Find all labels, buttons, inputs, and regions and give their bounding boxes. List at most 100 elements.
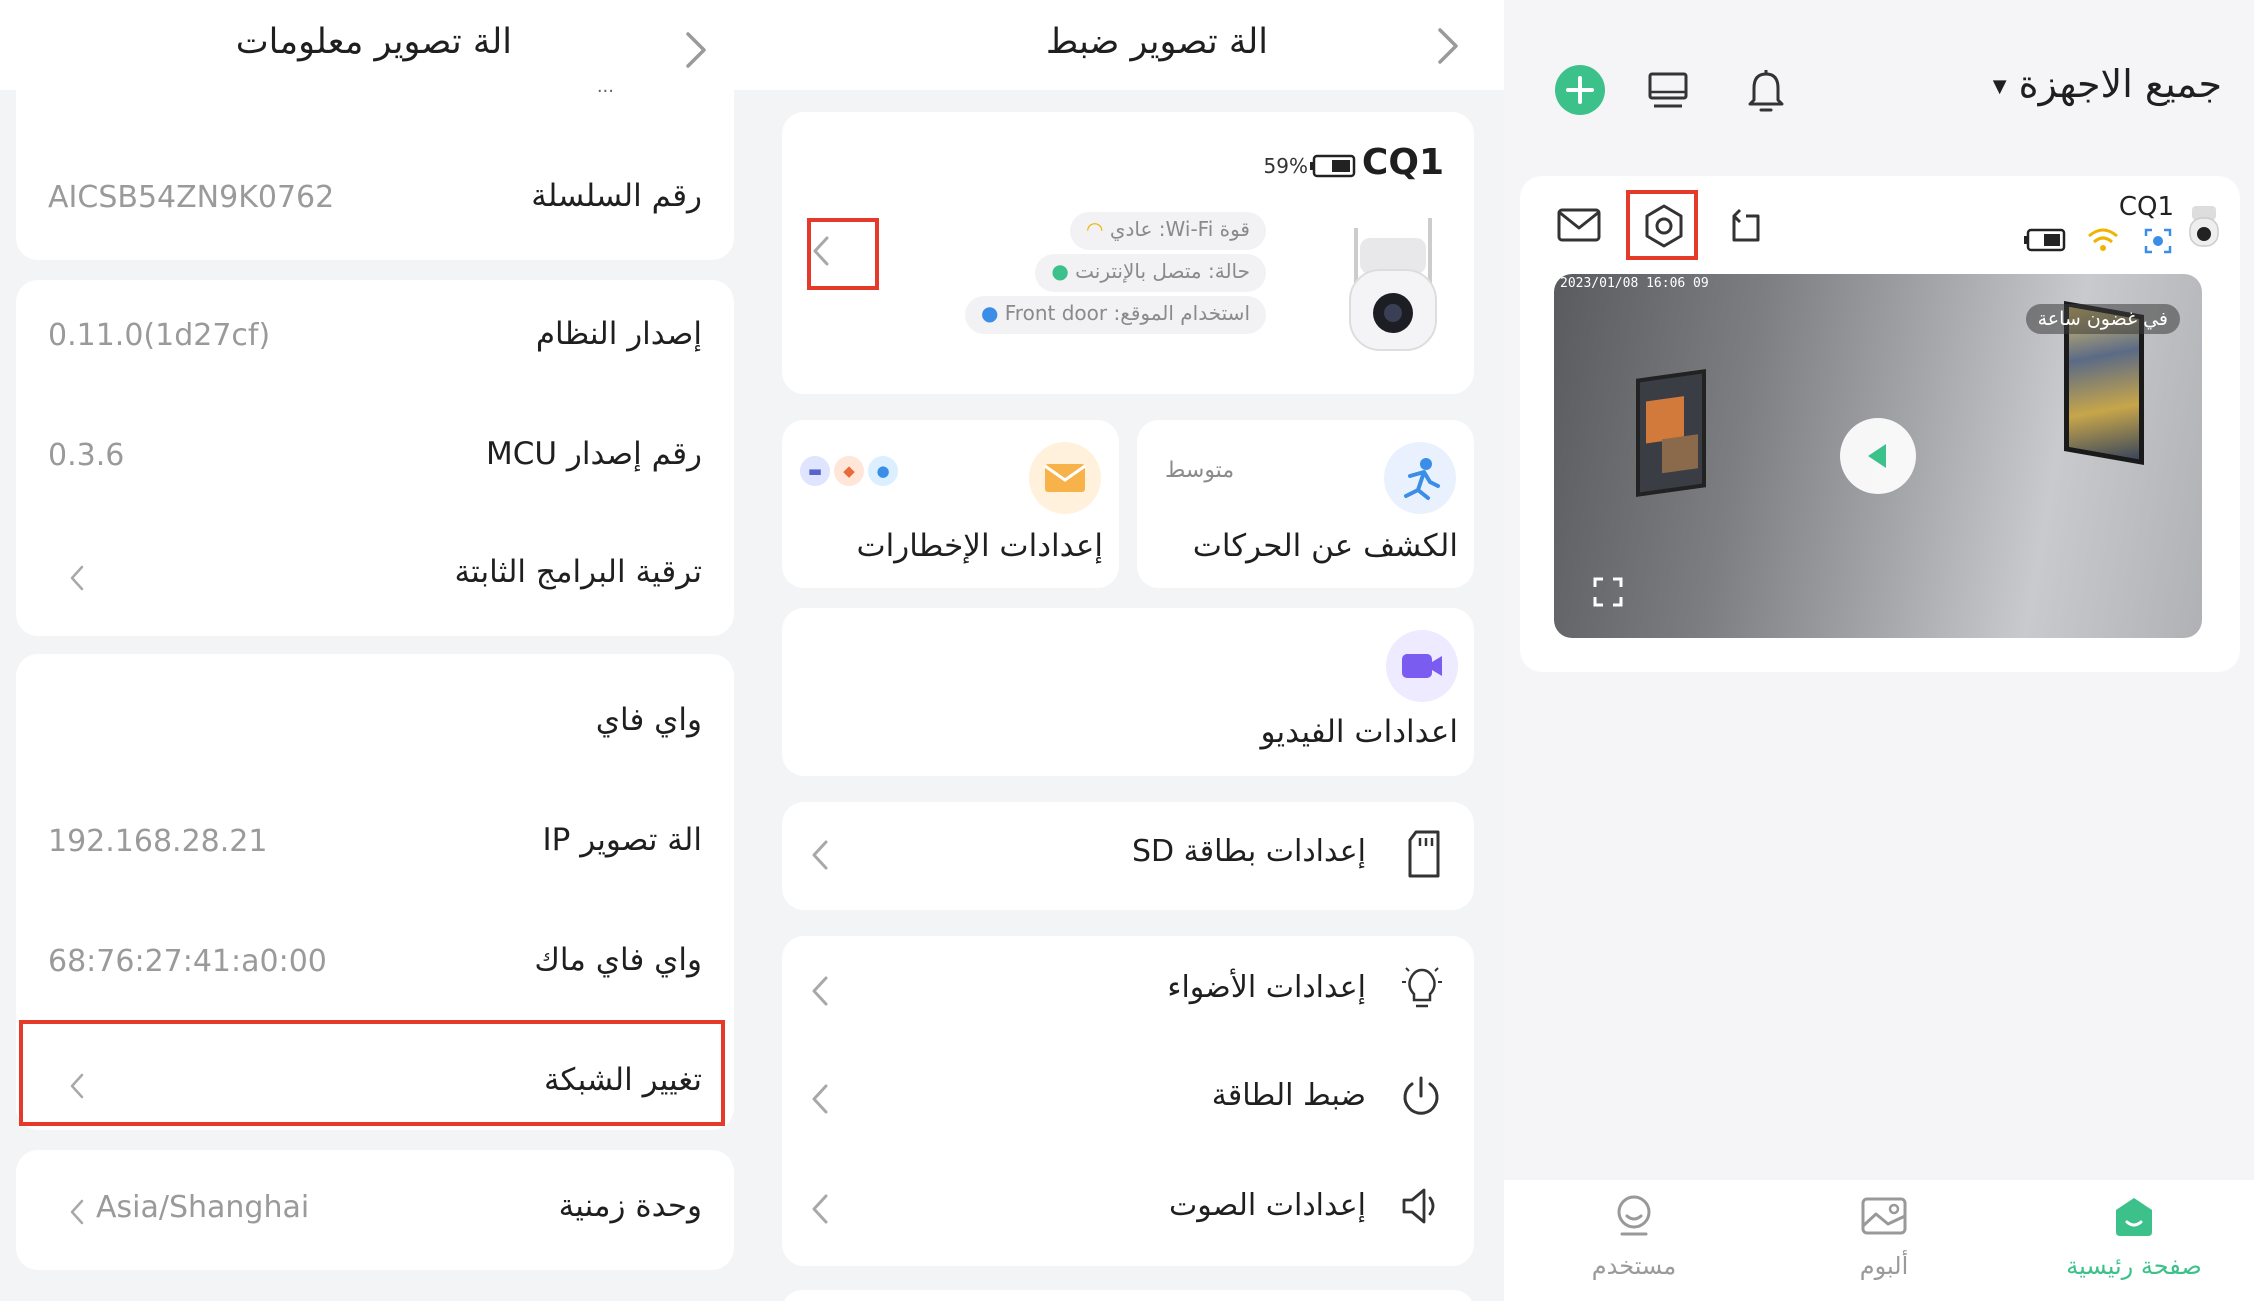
- timezone-card: وحدة زمنية Asia/Shanghai: [16, 1150, 734, 1270]
- sd-card-settings-card[interactable]: إعدادات بطاقة SD: [782, 802, 1474, 910]
- device-name: CQ1: [2118, 192, 2174, 222]
- fullscreen-icon[interactable]: [1592, 576, 1624, 608]
- wifi-row: واي فاي: [16, 674, 734, 774]
- camera-image: [1349, 218, 1437, 351]
- timezone-label: وحدة زمنية: [558, 1188, 702, 1224]
- device-card[interactable]: CQ1 59% قوة Wi-Fi: عادي ◠ حالة: متصل بال…: [782, 112, 1474, 394]
- battery-icon: [2024, 228, 2066, 252]
- firmware-upgrade-label: ترقية البرامج الثابتة: [454, 554, 702, 590]
- page-title: الة تصوير معلومات: [235, 22, 512, 62]
- lights-label: إعدادات الأضواء: [1167, 970, 1366, 1005]
- settings-icon[interactable]: [1640, 202, 1688, 250]
- add-device-icon[interactable]: [1554, 64, 1606, 116]
- partial-row-text: ...: [596, 76, 614, 97]
- alerts-envelope-icon: [1029, 442, 1101, 514]
- nav-home-label: صفحة رئيسية: [2066, 1252, 2202, 1280]
- firmware-chevron-icon: [70, 565, 84, 591]
- camera-preview[interactable]: 2023/01/08 16:06 09 في غضون ساعة: [1554, 274, 2202, 638]
- video-settings-label: اعدادات الفيديو: [1260, 714, 1458, 750]
- scan-icon: [2144, 228, 2172, 254]
- monitor-icon[interactable]: [1646, 70, 1690, 110]
- battery-percent: 59%: [1263, 154, 1308, 178]
- bottom-nav: صفحة رئيسية ألبوم مستخدم: [1504, 1180, 2254, 1301]
- system-version-row: إصدار النظام 0.11.0(1d27cf): [16, 288, 734, 388]
- alerts-tile[interactable]: ▬ ◆ ● إعدادات الإخطارات: [782, 420, 1119, 588]
- video-camera-icon: [1386, 630, 1458, 702]
- home-title[interactable]: جميع الاجهزة ▼: [1993, 62, 2222, 106]
- nav-user[interactable]: مستخدم: [1554, 1180, 1714, 1301]
- sd-card-icon: [1408, 830, 1440, 878]
- device-name: CQ1: [1361, 142, 1444, 183]
- ip-row: الة تصوير IP 192.168.28.21: [16, 794, 734, 894]
- bell-icon[interactable]: [1744, 66, 1788, 114]
- mcu-version-row: رقم إصدار MCU 0.3.6: [16, 408, 734, 508]
- camera-settings-panel: الة تصوير ضبط CQ1 59% قوة Wi-Fi: عادي ◠ …: [752, 0, 1504, 1301]
- timezone-row[interactable]: وحدة زمنية Asia/Shanghai: [16, 1160, 734, 1260]
- ip-label: الة تصوير IP: [542, 822, 703, 858]
- system-version-value: 0.11.0(1d27cf): [48, 318, 271, 353]
- pet-icon: ◆: [834, 456, 864, 486]
- change-network-chevron-icon: [70, 1073, 84, 1099]
- settings-header: الة تصوير ضبط: [752, 0, 1504, 90]
- rotate-icon[interactable]: [1726, 206, 1766, 246]
- sd-card-chevron-icon: [812, 840, 828, 870]
- speaker-icon: [1402, 1188, 1435, 1224]
- change-network-label: تغيير الشبكة: [543, 1062, 702, 1098]
- wifi-icon: [2088, 228, 2118, 251]
- change-network-row[interactable]: تغيير الشبكة: [16, 1034, 734, 1134]
- motion-level: متوسط: [1165, 458, 1235, 483]
- power-row[interactable]: ضبط الطاقة: [782, 1046, 1474, 1146]
- next-card-edge: [782, 1290, 1474, 1301]
- nav-album[interactable]: ألبوم: [1804, 1180, 1964, 1301]
- motion-label: الكشف عن الحركات: [1192, 528, 1458, 564]
- serial-value: AICSB54ZN9K0762: [48, 180, 335, 215]
- serial-label: رقم السلسلة: [531, 178, 702, 214]
- sound-row[interactable]: إعدادات الصوت: [782, 1156, 1474, 1256]
- serial-card: ... رقم السلسلة AICSB54ZN9K0762: [16, 70, 734, 260]
- person-icon: ●: [868, 456, 898, 486]
- wifi-strength-pill: قوة Wi-Fi: عادي ◠: [1070, 212, 1266, 250]
- mac-row: واي فاي ماك 68:76:27:41:a0:00: [16, 914, 734, 1014]
- back-chevron-icon[interactable]: [1434, 26, 1462, 66]
- lightbulb-icon: [1402, 967, 1442, 1008]
- nav-home[interactable]: صفحة رئيسية: [2054, 1180, 2214, 1301]
- sound-chevron-icon: [812, 1194, 828, 1224]
- network-card: واي فاي الة تصوير IP 192.168.28.21 واي ف…: [16, 654, 734, 1130]
- ip-value: 192.168.28.21: [48, 824, 268, 859]
- wall-painting-left: [1636, 369, 1706, 497]
- location-pill: استخدام الموقع: Front door ●: [964, 296, 1266, 334]
- timezone-value: Asia/Shanghai: [96, 1190, 310, 1225]
- mcu-version-label: رقم إصدار MCU: [485, 436, 702, 472]
- device-preview-card: CQ1 2023/01/08 16:06 09 في غضون ساعة: [1520, 176, 2240, 672]
- location-pin-icon: ●: [980, 301, 999, 325]
- mcu-version-value: 0.3.6: [48, 438, 125, 473]
- nav-user-label: مستخدم: [1591, 1252, 1677, 1280]
- device-chevron-icon[interactable]: [810, 234, 832, 268]
- back-chevron-icon[interactable]: [682, 30, 710, 70]
- wifi-icon: ◠: [1086, 217, 1104, 241]
- status-pill: حالة: متصل بالإنترنت ●: [1035, 254, 1266, 292]
- album-icon: [1861, 1197, 1907, 1235]
- sound-label: إعدادات الصوت: [1168, 1188, 1366, 1223]
- wifi-label: واي فاي: [595, 702, 702, 738]
- lights-chevron-icon: [812, 976, 828, 1006]
- car-icon: ▬: [800, 456, 830, 486]
- mac-value: 68:76:27:41:a0:00: [48, 944, 327, 979]
- status-shield-icon: ●: [1051, 259, 1069, 283]
- preview-timestamp: 2023/01/08 16:06 09: [1560, 276, 1709, 291]
- dropdown-caret-icon: ▼: [1992, 76, 2007, 97]
- lights-row[interactable]: إعدادات الأضواء: [782, 936, 1474, 1036]
- preview-badge: في غضون ساعة: [2025, 304, 2180, 334]
- power-icon: [1403, 1076, 1439, 1115]
- play-button-icon[interactable]: [1840, 418, 1916, 494]
- video-settings-card[interactable]: اعدادات الفيديو: [782, 608, 1474, 776]
- nav-album-label: ألبوم: [1859, 1252, 1909, 1280]
- battery-icon: [1310, 154, 1356, 178]
- camera-info-panel: الة تصوير معلومات ... رقم السلسلة AICSB5…: [0, 0, 752, 1301]
- mail-icon[interactable]: [1556, 206, 1602, 244]
- home-panel: جميع الاجهزة ▼ CQ1 2023/01/08 16:06 09 ف…: [1504, 0, 2254, 1301]
- alerts-label: إعدادات الإخطارات: [856, 528, 1103, 564]
- motion-detection-tile[interactable]: متوسط الكشف عن الحركات: [1137, 420, 1474, 588]
- firmware-upgrade-row[interactable]: ترقية البرامج الثابتة: [16, 526, 734, 626]
- timezone-chevron-icon: [70, 1199, 84, 1225]
